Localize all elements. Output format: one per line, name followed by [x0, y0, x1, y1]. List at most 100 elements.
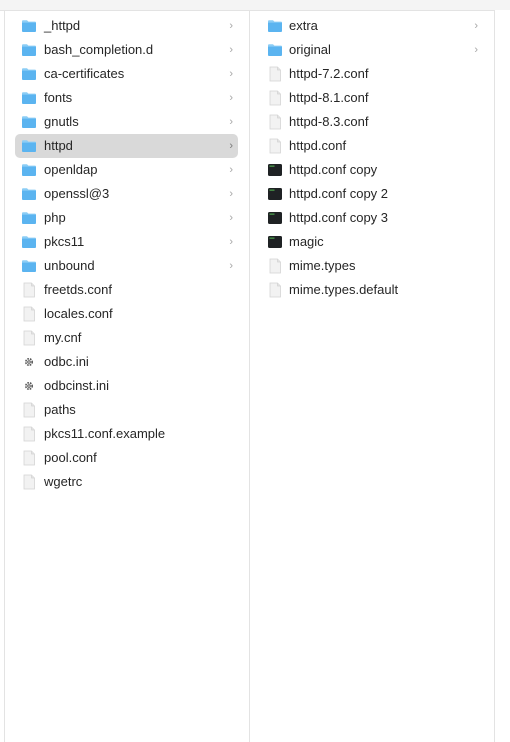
document-icon [21, 306, 37, 322]
folder-row[interactable]: unbound › [5, 254, 249, 278]
file-row[interactable]: pkcs11.conf.example [5, 422, 249, 446]
file-row[interactable]: odbc.ini [5, 350, 249, 374]
item-name: openssl@3 [44, 186, 110, 201]
folder-row[interactable]: php › [5, 206, 249, 230]
chevron-right-icon: › [229, 20, 233, 32]
item-name: ca-certificates [44, 66, 125, 81]
item-name: bash_completion.d [44, 42, 154, 57]
chevron-right-icon: › [229, 68, 233, 80]
file-row[interactable]: pool.conf [5, 446, 249, 470]
item-name: mime.types.default [289, 282, 399, 297]
folder-row[interactable]: httpd › [5, 134, 249, 158]
item-name: httpd.conf [289, 138, 347, 153]
folder-row[interactable]: openldap › [5, 158, 249, 182]
item-name: gnutls [44, 114, 79, 129]
file-row[interactable]: locales.conf [5, 302, 249, 326]
file-row[interactable]: freetds.conf [5, 278, 249, 302]
folder-row[interactable]: gnutls › [5, 110, 249, 134]
file-row[interactable]: httpd.conf copy [250, 158, 494, 182]
browser-column-httpd[interactable]: extra › original › httpd-7.2.conf httpd-8.1.c… [250, 10, 495, 742]
folder-icon [21, 234, 37, 250]
document-icon [21, 282, 37, 298]
gear-document-icon [21, 354, 37, 370]
file-row[interactable]: httpd-7.2.conf [250, 62, 494, 86]
item-name: odbcinst.ini [44, 378, 110, 393]
document-icon [267, 114, 283, 130]
file-row[interactable]: httpd-8.1.conf [250, 86, 494, 110]
item-name: freetds.conf [44, 282, 112, 297]
folder-icon [267, 42, 283, 58]
document-icon [267, 90, 283, 106]
document-icon [21, 402, 37, 418]
file-row[interactable]: my.cnf [5, 326, 249, 350]
folder-row[interactable]: _httpd › [5, 14, 249, 38]
gear-document-icon [21, 378, 37, 394]
document-icon [267, 66, 283, 82]
chevron-right-icon: › [474, 20, 478, 32]
document-icon [267, 138, 283, 154]
item-name: openldap [44, 162, 98, 177]
folder-icon [21, 18, 37, 34]
folder-row[interactable]: bash_completion.d › [5, 38, 249, 62]
item-name: paths [44, 402, 76, 417]
file-row[interactable]: wgetrc [5, 470, 249, 494]
folder-row[interactable]: ca-certificates › [5, 62, 249, 86]
document-icon [21, 474, 37, 490]
file-row[interactable]: httpd-8.3.conf [250, 110, 494, 134]
folder-icon [21, 42, 37, 58]
folder-icon [21, 114, 37, 130]
file-row[interactable]: httpd.conf [250, 134, 494, 158]
file-row[interactable]: httpd.conf copy 3 [250, 206, 494, 230]
chevron-right-icon: › [229, 260, 233, 272]
chevron-right-icon: › [229, 140, 233, 152]
item-name: odbc.ini [44, 354, 89, 369]
item-name: magic [289, 234, 324, 249]
file-row[interactable]: odbcinst.ini [5, 374, 249, 398]
item-name: pool.conf [44, 450, 97, 465]
item-name: extra [289, 18, 318, 33]
terminal-executable-icon [267, 234, 283, 250]
item-name: pkcs11 [44, 234, 85, 249]
item-name: original [289, 42, 331, 57]
item-name: httpd.conf copy 2 [289, 186, 389, 201]
file-list: extra › original › httpd-7.2.conf httpd-8.1.c… [250, 14, 494, 302]
folder-row[interactable]: original › [250, 38, 494, 62]
item-name: wgetrc [44, 474, 83, 489]
document-icon [21, 426, 37, 442]
chevron-right-icon: › [229, 164, 233, 176]
item-name: httpd-8.3.conf [289, 114, 369, 129]
browser-column-etc[interactable]: _httpd › bash_completion.d › ca-certificates… [5, 10, 250, 742]
folder-row[interactable]: openssl@3 › [5, 182, 249, 206]
terminal-executable-icon [267, 210, 283, 226]
item-name: httpd-8.1.conf [289, 90, 369, 105]
folder-icon [21, 90, 37, 106]
document-icon [21, 330, 37, 346]
folder-row[interactable]: pkcs11 › [5, 230, 249, 254]
folder-icon [21, 210, 37, 226]
folder-row[interactable]: fonts › [5, 86, 249, 110]
file-row[interactable]: httpd.conf copy 2 [250, 182, 494, 206]
file-row[interactable]: paths [5, 398, 249, 422]
file-row[interactable]: magic [250, 230, 494, 254]
file-row[interactable]: mime.types [250, 254, 494, 278]
folder-icon [267, 18, 283, 34]
chevron-right-icon: › [229, 188, 233, 200]
folder-icon [21, 138, 37, 154]
folder-icon [21, 162, 37, 178]
item-name: pkcs11.conf.example [44, 426, 166, 441]
item-name: _httpd [44, 18, 81, 33]
document-icon [267, 258, 283, 274]
document-icon [21, 450, 37, 466]
item-name: my.cnf [44, 330, 82, 345]
chevron-right-icon: › [229, 44, 233, 56]
file-row[interactable]: mime.types.default [250, 278, 494, 302]
chevron-right-icon: › [474, 44, 478, 56]
folder-row[interactable]: extra › [250, 14, 494, 38]
finder-window: _httpd › bash_completion.d › ca-certificates… [0, 0, 510, 742]
terminal-executable-icon [267, 186, 283, 202]
document-icon [267, 282, 283, 298]
item-name: httpd.conf copy 3 [289, 210, 389, 225]
chevron-right-icon: › [229, 92, 233, 104]
terminal-executable-icon [267, 162, 283, 178]
folder-icon [21, 66, 37, 82]
